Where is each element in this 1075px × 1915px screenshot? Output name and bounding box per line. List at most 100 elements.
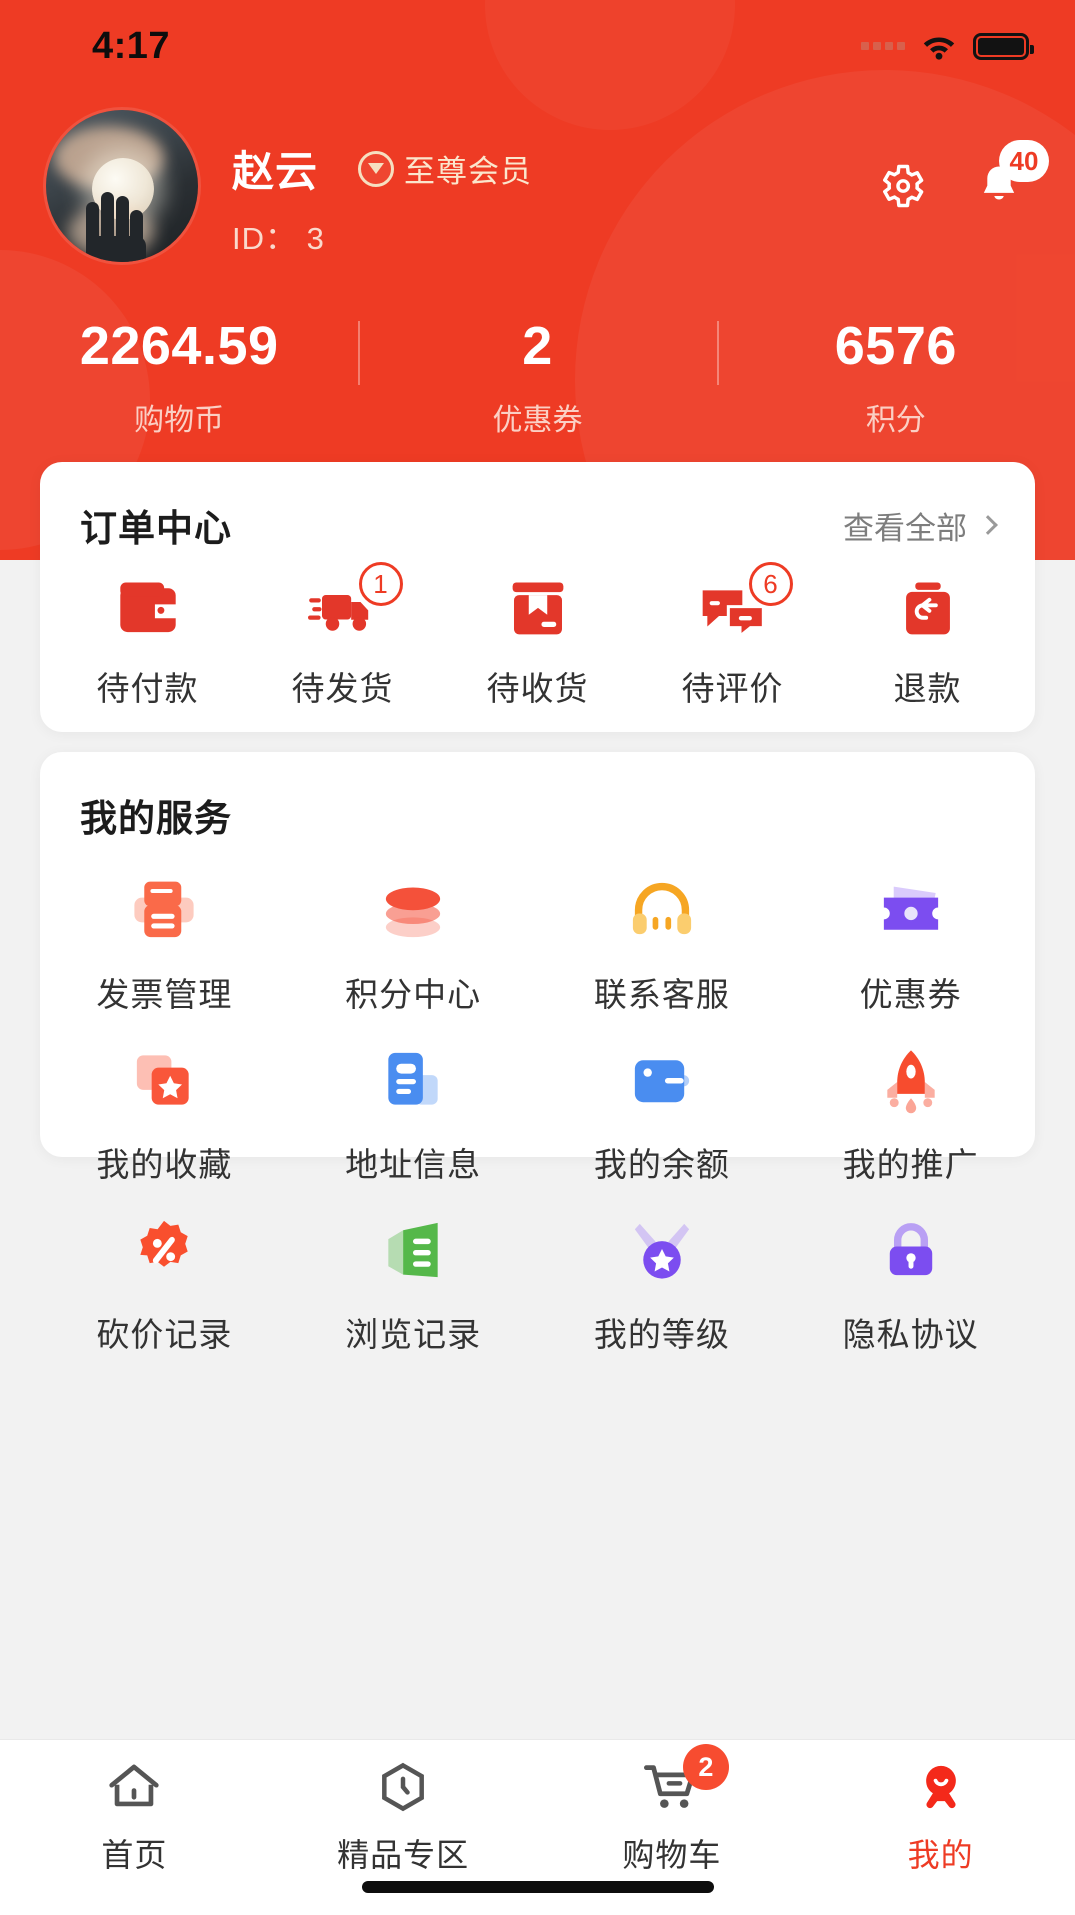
coupon-ticket-icon [873, 872, 949, 948]
chevron-right-icon [978, 515, 998, 535]
tab-label: 我的 [907, 1837, 974, 1873]
stats-row: 2264.59 购物币 2 优惠券 6576 积分 [0, 315, 1075, 439]
header-actions: 40 [875, 140, 1049, 212]
stat-coupons[interactable]: 2 优惠券 [358, 315, 716, 439]
service-label: 砍价记录 [96, 1316, 233, 1353]
order-center-header: 订单中心 查看全部 [40, 462, 1035, 552]
avatar[interactable] [46, 110, 198, 262]
home-icon [103, 1758, 165, 1816]
service-label: 积分中心 [345, 976, 482, 1013]
service-item-points-center[interactable]: 积分中心 [289, 872, 538, 1016]
vip-label: 至尊会员 [404, 154, 533, 189]
settings-button[interactable] [875, 160, 927, 212]
profile-block[interactable]: 赵云 至尊会员 ID： 3 [46, 110, 532, 262]
battery-icon [973, 32, 1034, 60]
tab-label: 购物车 [622, 1837, 722, 1873]
service-label: 我的推广 [842, 1146, 979, 1183]
order-item-pending-receipt[interactable]: 待收货 [440, 578, 635, 710]
tab-profile[interactable]: 我的 [806, 1758, 1075, 1915]
status-time: 4:17 [92, 24, 171, 67]
notifications-button[interactable]: 40 [973, 140, 1049, 212]
order-item-pending-review[interactable]: 6 待评价 [635, 562, 830, 710]
refund-bag-icon [892, 578, 964, 640]
medal-icon [358, 150, 395, 187]
stat-value: 2264.59 [79, 316, 279, 376]
user-profile-icon [910, 1758, 972, 1816]
service-item-customer-service[interactable]: 联系客服 [538, 872, 787, 1016]
truck-icon: 1 [307, 562, 403, 640]
headset-icon [624, 872, 700, 948]
user-name: 赵云 [232, 148, 319, 195]
lock-icon [873, 1212, 949, 1288]
service-item-invoice[interactable]: 发票管理 [40, 872, 289, 1016]
page-title: 订单中心 [80, 508, 232, 549]
bottom-tab-bar: 首页 精品专区 2 购物车 我的 [0, 1739, 1075, 1915]
services-grid: 发票管理 积分中心 联系客服 优惠券 我的收藏 地址信息 我的余额 我的推广 砍… [40, 842, 1035, 1382]
service-label: 我的收藏 [96, 1146, 233, 1183]
gear-icon [883, 164, 924, 208]
stat-label: 优惠券 [492, 404, 583, 437]
history-book-icon [375, 1212, 451, 1288]
rocket-icon [873, 1042, 949, 1118]
order-center-card: 订单中心 查看全部 待付款 1 待发货 待收货 6 待评价 退款 [40, 462, 1035, 732]
view-all-orders-button[interactable]: 查看全部 [843, 503, 998, 548]
order-label: 待收货 [486, 670, 589, 707]
service-label: 发票管理 [96, 976, 233, 1013]
stat-value: 2 [522, 316, 553, 376]
status-indicators [861, 32, 1034, 60]
shopping-cart-icon: 2 [641, 1744, 729, 1816]
order-item-refund[interactable]: 退款 [830, 578, 1025, 710]
service-item-privacy-policy[interactable]: 隐私协议 [786, 1212, 1035, 1356]
service-item-favorites[interactable]: 我的收藏 [40, 1042, 289, 1186]
service-item-my-level[interactable]: 我的等级 [538, 1212, 787, 1356]
service-item-balance[interactable]: 我的余额 [538, 1042, 787, 1186]
home-indicator [361, 1881, 714, 1893]
vip-badge[interactable]: 至尊会员 [358, 146, 532, 191]
section-title: 我的服务 [80, 798, 232, 839]
signal-dots-icon [861, 42, 905, 50]
order-label: 待评价 [681, 670, 784, 707]
chat-bubbles-icon: 6 [697, 562, 793, 640]
stat-label: 积分 [865, 404, 926, 437]
stat-value: 6576 [834, 316, 957, 376]
tab-label: 首页 [101, 1837, 168, 1873]
invoice-printer-icon [126, 872, 202, 948]
star-card-icon [126, 1042, 202, 1118]
cart-badge: 2 [682, 1744, 729, 1790]
service-item-coupon[interactable]: 优惠券 [786, 872, 1035, 1016]
coin-stack-icon [375, 872, 451, 948]
order-item-pending-shipment[interactable]: 1 待发货 [245, 562, 440, 710]
service-item-promotion[interactable]: 我的推广 [786, 1042, 1035, 1186]
service-item-address[interactable]: 地址信息 [289, 1042, 538, 1186]
notifications-badge: 40 [999, 140, 1049, 182]
service-item-bargain-records[interactable]: 砍价记录 [40, 1212, 289, 1356]
tab-label: 精品专区 [337, 1837, 470, 1873]
stat-points[interactable]: 6576 积分 [716, 315, 1075, 439]
my-services-card: 我的服务 发票管理 积分中心 联系客服 优惠券 我的收藏 地址信息 我的余额 我… [40, 752, 1035, 1353]
service-label: 联系客服 [593, 976, 730, 1013]
profile-text: 赵云 至尊会员 ID： 3 [232, 110, 532, 258]
order-item-pending-payment[interactable]: 待付款 [50, 578, 245, 710]
hexagon-clock-icon [372, 1758, 434, 1816]
balance-wallet-icon [624, 1042, 700, 1118]
user-id: ID： 3 [232, 221, 325, 256]
service-label: 我的余额 [593, 1146, 730, 1183]
percent-badge-icon [126, 1212, 202, 1288]
service-label: 我的等级 [593, 1316, 730, 1353]
wallet-icon [112, 578, 184, 640]
order-badge: 1 [358, 562, 403, 606]
order-badge: 6 [748, 562, 793, 606]
tab-home[interactable]: 首页 [0, 1758, 269, 1915]
service-item-browse-history[interactable]: 浏览记录 [289, 1212, 538, 1356]
service-label: 浏览记录 [345, 1316, 482, 1353]
address-document-icon [375, 1042, 451, 1118]
stat-coins[interactable]: 2264.59 购物币 [0, 315, 358, 439]
medal-star-icon [624, 1212, 700, 1288]
status-bar: 4:17 [0, 0, 1075, 92]
order-label: 退款 [893, 670, 962, 707]
app-screen: 4:17 赵云 至尊会员 ID： 3 40 2264.59 购物币 2 优惠券 … [0, 0, 1075, 1915]
view-all-label: 查看全部 [843, 510, 967, 546]
order-status-row: 待付款 1 待发货 待收货 6 待评价 退款 [40, 552, 1035, 710]
wifi-icon [921, 32, 957, 60]
service-label: 地址信息 [345, 1146, 482, 1183]
